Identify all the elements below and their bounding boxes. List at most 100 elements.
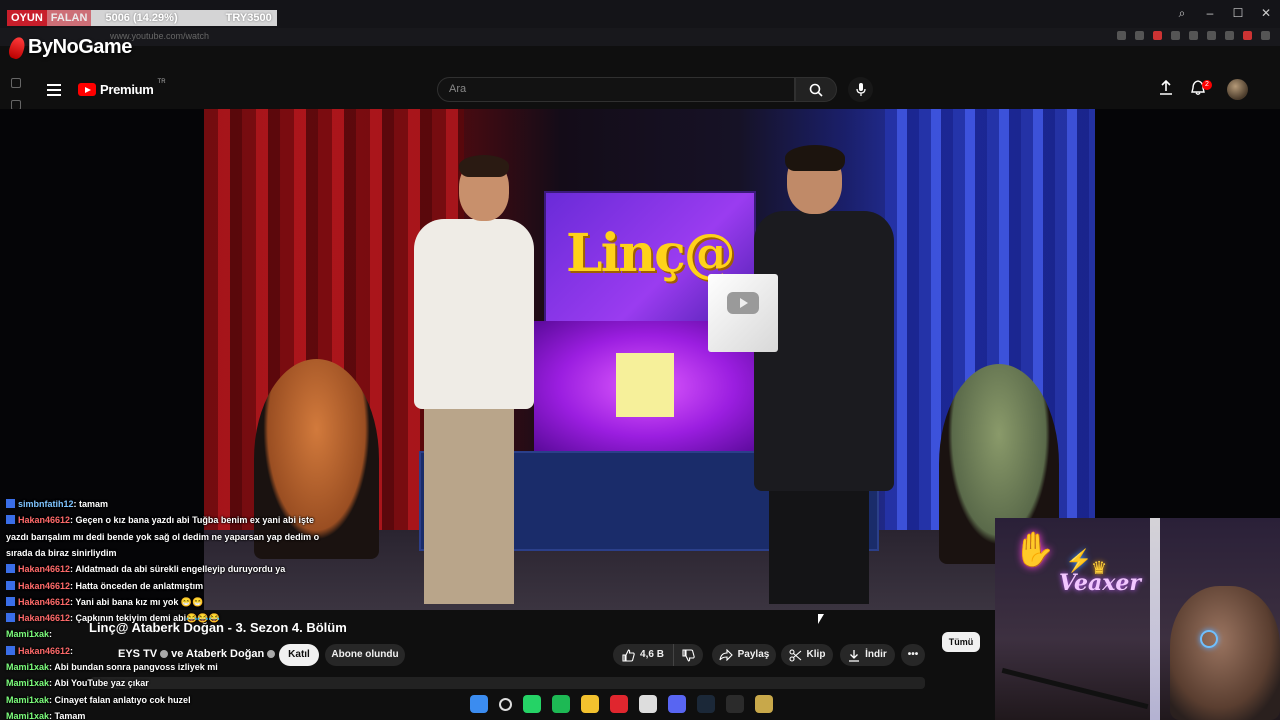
dislike-button[interactable] xyxy=(673,644,703,666)
chat-message: Hakan46612: xyxy=(6,643,73,659)
extension-icon[interactable] xyxy=(1261,31,1270,40)
chat-text: : Çapkının tekiyim demi abi😂😂😂 xyxy=(70,613,220,624)
clip-button[interactable]: Klip xyxy=(781,644,833,666)
neon-hand-sign: ✋ xyxy=(1013,531,1056,569)
obs-icon[interactable] xyxy=(726,695,744,713)
chat-text: : Hatta önceden de anlatmıştım xyxy=(70,580,204,591)
chat-message: sırada da biraz sinirliydim xyxy=(6,545,117,561)
extension-icon[interactable] xyxy=(1153,31,1162,40)
account-avatar[interactable] xyxy=(1227,79,1248,100)
more-actions-button[interactable]: ••• xyxy=(901,644,925,666)
chat-text: : Abi bundan sonra pangvoss izliyek mi xyxy=(49,662,218,672)
extension-icon[interactable] xyxy=(1171,31,1180,40)
chat-text: yazdı barışalım mı dedi bende yok sağ ol… xyxy=(6,531,320,542)
chat-message: Mami1xak: Abi YouTube yaz çıkar xyxy=(6,675,149,691)
youtube-logo[interactable]: Premium TR xyxy=(78,79,166,97)
voice-search-button[interactable] xyxy=(848,77,873,102)
brand-flame-icon xyxy=(6,34,28,61)
ticker-stat: 5006 (14.29%) xyxy=(105,12,178,24)
minimize-icon[interactable]: – xyxy=(1204,6,1216,20)
extension-icon[interactable] xyxy=(1135,31,1144,40)
download-label: İndir xyxy=(865,649,887,660)
chat-badge-icon xyxy=(6,580,15,590)
chat-username: Mami1xak xyxy=(6,710,50,720)
ticker-currency: TRY3500 xyxy=(225,12,272,24)
extension-icon[interactable] xyxy=(1225,31,1234,40)
extension-icon[interactable] xyxy=(1189,31,1198,40)
chat-username: Mami1xak xyxy=(6,662,50,672)
search-icon xyxy=(809,83,823,97)
chat-badge-icon xyxy=(6,596,15,606)
windows-start-icon[interactable] xyxy=(470,695,488,713)
chat-message: yazdı barışalım mı dedi bende yok sağ ol… xyxy=(6,529,319,545)
streamer-webcam: ✋ ⚡ ♛ Veaxer xyxy=(995,518,1280,720)
opera-gx-icon[interactable] xyxy=(610,695,628,713)
download-button[interactable]: İndir xyxy=(840,644,895,666)
more-horizontal-icon: ••• xyxy=(907,649,919,660)
share-button[interactable]: Paylaş xyxy=(712,644,776,666)
mic-arm xyxy=(1001,667,1149,710)
league-icon[interactable] xyxy=(755,695,773,713)
headphones-icon xyxy=(1200,630,1218,648)
thumbs-down-icon xyxy=(682,648,695,662)
chat-badge-icon xyxy=(6,645,15,655)
chat-message: Hakan46612: Aldatmadı da abi sürekli eng… xyxy=(6,561,285,577)
chat-username: Hakan46612 xyxy=(18,596,71,607)
close-icon[interactable]: ✕ xyxy=(1260,6,1272,20)
menu-icon[interactable] xyxy=(47,84,61,96)
person-left xyxy=(414,155,534,610)
search-button[interactable] xyxy=(795,77,837,102)
person-right xyxy=(749,145,894,610)
extension-icon[interactable] xyxy=(1117,31,1126,40)
chrome-icon[interactable] xyxy=(639,695,657,713)
chat-text: : Abi YouTube yaz çıkar xyxy=(49,678,149,689)
microphone-icon xyxy=(855,82,866,96)
chat-message: Hakan46612: Geçen o kız bana yazdı abi T… xyxy=(6,512,314,528)
video-frame: Linç@ xyxy=(204,109,1095,610)
discord-icon[interactable] xyxy=(668,695,686,713)
notification-count-badge: 2 xyxy=(1202,80,1212,90)
steam-icon[interactable] xyxy=(697,695,715,713)
maximize-icon[interactable]: ☐ xyxy=(1232,6,1244,20)
chat-text: : xyxy=(70,645,74,656)
taskbar xyxy=(470,693,810,715)
chat-text: : Yani abi bana kız mı yok 😁😁 xyxy=(70,596,204,607)
chat-text: : Tamam xyxy=(49,710,86,720)
search-icon[interactable]: ⌕ xyxy=(1176,6,1188,20)
ticker-item: FALAN xyxy=(46,10,92,26)
extension-icon[interactable] xyxy=(1207,31,1216,40)
mouse-cursor-icon xyxy=(818,614,824,624)
light-strip xyxy=(1150,518,1160,720)
chat-text: : Geçen o kız bana yazdı abi Tuğba benim… xyxy=(70,515,314,526)
chat-username: Hakan46612 xyxy=(18,613,71,624)
brand-text: ByNoGame xyxy=(28,36,132,58)
join-button[interactable]: Katıl xyxy=(279,644,319,666)
like-button[interactable]: 4,6 B xyxy=(613,644,673,666)
chat-badge-icon xyxy=(6,564,15,574)
file-explorer-icon[interactable] xyxy=(581,695,599,713)
chat-message: Hakan46612: Çapkının tekiyim demi abi😂😂😂 xyxy=(6,610,220,626)
verified-icon xyxy=(160,650,169,659)
chat-message: Mami1xak: xyxy=(6,626,52,642)
extension-icon[interactable] xyxy=(1243,31,1252,40)
window-controls: ⌕ – ☐ ✕ xyxy=(1176,6,1272,20)
thumbs-up-icon xyxy=(622,648,635,662)
chat-text: : xyxy=(49,629,53,640)
filter-chip-all[interactable]: Tümü xyxy=(942,632,980,652)
search-icon[interactable] xyxy=(499,697,512,711)
screen: www.youtube.com/watch ⌕ – ☐ ✕ Premium TR… xyxy=(0,0,1280,720)
chat-badge-icon xyxy=(6,515,15,525)
spotify-icon[interactable] xyxy=(552,695,570,713)
donation-ticker: OYUN FALAN 5006 (14.29%) TRY3500 xyxy=(7,10,277,26)
chat-username: Hakan46612 xyxy=(18,515,71,526)
search-input[interactable]: Ara xyxy=(437,77,795,102)
chat-text: : Cinayet falan anlatıyo cok huzel xyxy=(49,694,191,705)
download-icon xyxy=(849,649,860,662)
whatsapp-icon[interactable] xyxy=(523,695,541,713)
description-box[interactable] xyxy=(90,677,925,689)
sidebar-icon[interactable] xyxy=(11,78,21,88)
chat-text: sırada da biraz sinirliydim xyxy=(6,547,117,558)
subscribed-button[interactable]: Abone olundu xyxy=(325,644,405,666)
brand-logo: ByNoGame xyxy=(6,34,132,61)
upload-icon[interactable] xyxy=(1159,80,1173,96)
